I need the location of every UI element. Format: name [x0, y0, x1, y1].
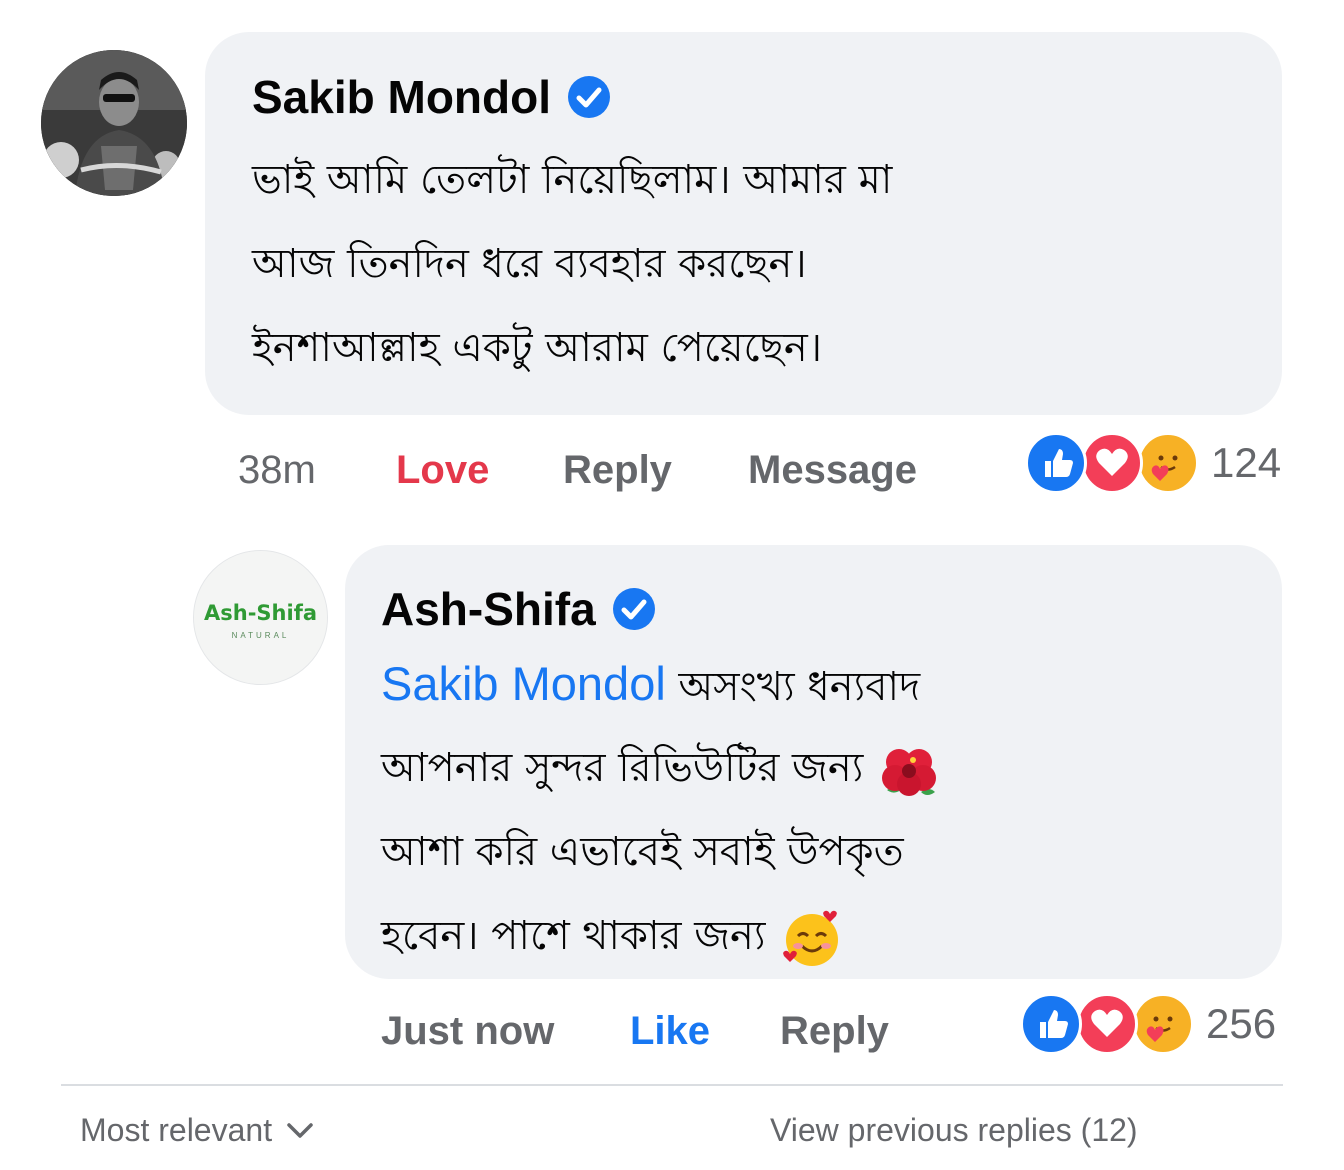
like-reaction-icon	[1020, 993, 1082, 1055]
comment-text: ভাই আমি তেলটা নিয়েছিলাম। আমার মা আজ তিন…	[252, 138, 892, 390]
reactions-summary[interactable]: 124	[1025, 432, 1281, 494]
comment-line-1: ভাই আমি তেলটা নিয়েছিলাম। আমার মা	[252, 157, 893, 203]
reply-button[interactable]: Reply	[780, 1009, 889, 1054]
verified-badge-icon	[568, 76, 610, 118]
reply-text: Sakib Mondol অসংখ্য ধন্যবাদ আপনার সুন্দর…	[381, 642, 941, 978]
love-button[interactable]: Love	[396, 448, 489, 493]
author-name[interactable]: Sakib Mondol	[252, 70, 551, 124]
message-button[interactable]: Message	[748, 448, 917, 493]
like-button[interactable]: Like	[630, 1009, 710, 1054]
smiling-hearts-emoji-icon	[782, 910, 838, 966]
reply-line-1: Sakib Mondol অসংখ্য ধন্যবাদ	[381, 642, 941, 726]
reply-line-2: আপনার সুন্দর রিভিউটির জন্য	[381, 726, 941, 810]
reaction-count: 124	[1211, 439, 1282, 486]
avatar-ash-shifa[interactable]: Ash-Shifa NATURAL	[193, 550, 328, 685]
like-reaction-icon	[1025, 432, 1087, 494]
verified-badge-icon	[612, 588, 655, 630]
chevron-down-icon	[287, 1122, 313, 1138]
love-reaction-icon	[1076, 993, 1138, 1055]
sort-dropdown[interactable]: Most relevant	[80, 1112, 314, 1149]
comment-author[interactable]: Sakib Mondol	[252, 70, 611, 124]
reply-line-3: আশা করি এভাবেই সবাই উপকৃত	[381, 829, 904, 875]
reply-line-2-text: আপনার সুন্দর রিভিউটির জন্য	[381, 745, 864, 791]
avatar-sakib-mondol[interactable]	[41, 50, 187, 196]
comment-timestamp[interactable]: 38m	[238, 448, 316, 493]
care-reaction-icon	[1132, 993, 1194, 1055]
logo-subtext: NATURAL	[231, 631, 290, 640]
author-name[interactable]: Ash-Shifa	[381, 582, 596, 636]
mention-link[interactable]: Sakib Mondol	[381, 657, 666, 710]
care-reaction-icon	[1137, 432, 1199, 494]
reply-line-4-text: হবেন। পাশে থাকার জন্য	[381, 913, 766, 959]
reply-author[interactable]: Ash-Shifa	[381, 582, 656, 636]
reply-button[interactable]: Reply	[563, 448, 672, 493]
sort-label: Most relevant	[80, 1112, 273, 1148]
logo-text: Ash-Shifa	[204, 601, 317, 625]
view-previous-replies-link[interactable]: View previous replies (12)	[770, 1112, 1138, 1149]
divider	[61, 1084, 1283, 1086]
profile-photo-icon	[41, 50, 187, 196]
reply-timestamp[interactable]: Just now	[381, 1009, 554, 1054]
reply-line-1-text: অসংখ্য ধন্যবাদ	[678, 664, 921, 710]
comment-line-3: ইনশাআল্লাহ একটু আরাম পেয়েছেন।	[252, 325, 823, 371]
reply-line-4: হবেন। পাশে থাকার জন্য	[381, 894, 941, 978]
reactions-summary[interactable]: 256	[1020, 993, 1276, 1055]
comment-line-2: আজ তিনদিন ধরে ব্যবহার করছেন।	[252, 241, 807, 287]
love-reaction-icon	[1081, 432, 1143, 494]
reaction-count: 256	[1206, 1000, 1277, 1047]
hibiscus-emoji-icon	[882, 749, 937, 796]
